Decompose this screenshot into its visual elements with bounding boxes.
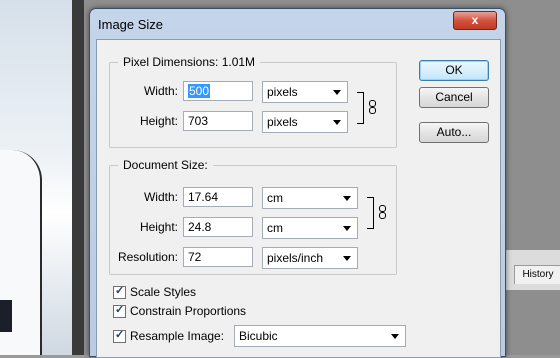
chevron-down-icon xyxy=(333,90,341,95)
pixel-width-input[interactable]: 500 xyxy=(183,81,253,101)
doc-height-label: Height: xyxy=(139,220,178,234)
ok-button[interactable]: OK xyxy=(419,60,489,81)
auto-button[interactable]: Auto... xyxy=(419,122,489,143)
history-panel: History xyxy=(505,250,560,290)
history-tab[interactable]: History xyxy=(514,265,560,284)
doc-link-bracket xyxy=(367,197,374,229)
resolution-unit-value: pixels/inch xyxy=(267,251,324,265)
doc-width-unit-value: cm xyxy=(267,191,283,205)
chevron-down-icon xyxy=(343,256,351,261)
canvas-border xyxy=(72,0,84,355)
background-photo xyxy=(0,0,72,355)
scale-styles-label: Scale Styles xyxy=(130,285,197,299)
pixel-width-value: 500 xyxy=(188,84,211,98)
pixel-height-unit-select[interactable]: pixels xyxy=(262,111,348,133)
document-size-legend: Document Size: xyxy=(118,158,213,172)
doc-width-input[interactable]: 17.64 xyxy=(183,187,253,207)
resolution-unit-select[interactable]: pixels/inch xyxy=(262,247,358,269)
document-size-group: Document Size: Width: 17.64 cm Height: 2… xyxy=(109,158,397,275)
chevron-down-icon xyxy=(343,196,351,201)
pixel-width-unit-value: pixels xyxy=(267,85,298,99)
pixel-width-unit-select[interactable]: pixels xyxy=(262,81,348,103)
doc-width-unit-select[interactable]: cm xyxy=(262,187,358,209)
close-icon: x xyxy=(471,13,479,27)
constrain-proportions-label: Constrain Proportions xyxy=(130,304,247,318)
resample-image-label: Resample Image: xyxy=(130,329,225,343)
image-size-dialog: Image Size x Pixel Dimensions: 1.01M Wid… xyxy=(89,8,506,358)
doc-width-label: Width: xyxy=(143,190,178,204)
close-button[interactable]: x xyxy=(453,11,497,30)
pixel-height-label: Height: xyxy=(139,114,178,128)
cancel-button[interactable]: Cancel xyxy=(419,87,489,108)
doc-height-unit-value: cm xyxy=(267,221,283,235)
resample-method-select[interactable]: Bicubic xyxy=(234,325,406,347)
pixel-height-value: 703 xyxy=(188,114,209,128)
pixel-width-label: Width: xyxy=(143,84,178,98)
pixel-link-bracket xyxy=(357,92,364,124)
resample-method-value: Bicubic xyxy=(239,329,278,343)
chain-link-icon xyxy=(369,100,376,114)
pixel-dimensions-group: Pixel Dimensions: 1.01M Width: 500 pixel… xyxy=(109,55,397,148)
pixel-dimensions-legend: Pixel Dimensions: 1.01M xyxy=(118,55,261,69)
dialog-titlebar[interactable]: Image Size x xyxy=(90,9,505,37)
chevron-down-icon xyxy=(391,334,399,339)
resolution-value: 72 xyxy=(188,250,202,264)
checkbox-checked-icon[interactable] xyxy=(113,284,126,299)
photo-subject-detail xyxy=(0,300,12,332)
doc-width-value: 17.64 xyxy=(188,190,219,204)
checkbox-checked-icon[interactable] xyxy=(113,303,126,318)
doc-height-value: 24.8 xyxy=(188,220,212,234)
checkbox-checked-icon[interactable] xyxy=(113,328,126,343)
chevron-down-icon xyxy=(343,226,351,231)
pixel-height-unit-value: pixels xyxy=(267,115,298,129)
resolution-input[interactable]: 72 xyxy=(183,247,253,267)
doc-height-input[interactable]: 24.8 xyxy=(183,217,253,237)
pixel-height-input[interactable]: 703 xyxy=(183,111,253,131)
chain-link-icon xyxy=(379,205,386,219)
chevron-down-icon xyxy=(333,120,341,125)
dialog-client-area: Pixel Dimensions: 1.01M Width: 500 pixel… xyxy=(96,39,501,358)
dialog-title: Image Size xyxy=(98,17,164,32)
doc-height-unit-select[interactable]: cm xyxy=(262,217,358,239)
resolution-label: Resolution: xyxy=(117,250,178,264)
